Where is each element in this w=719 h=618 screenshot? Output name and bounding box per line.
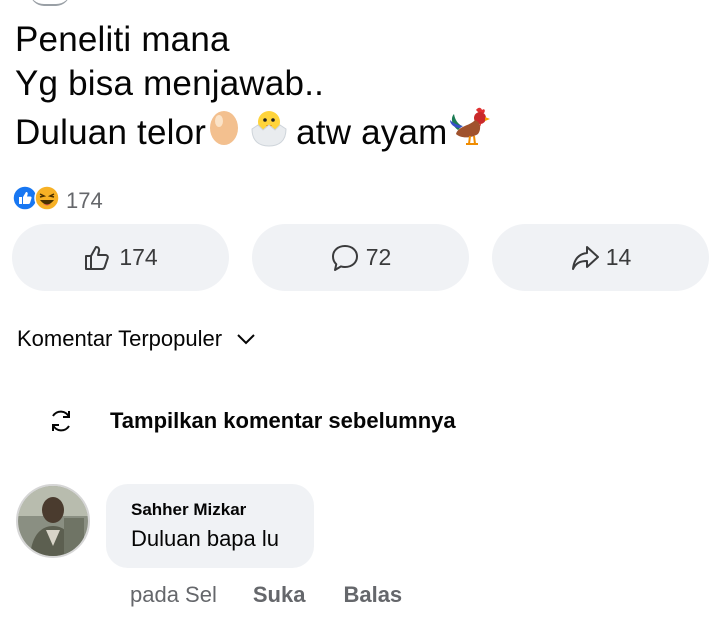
comment-like-button[interactable]: Suka [253, 582, 306, 608]
comment-reply-button[interactable]: Balas [343, 582, 402, 608]
egg-emoji [206, 107, 242, 158]
post-line-3-text-a: Duluan telor [15, 112, 207, 152]
share-button[interactable]: 14 [492, 224, 709, 291]
comment-count: 72 [365, 244, 392, 270]
comment-button[interactable]: 72 [252, 224, 469, 291]
show-previous-comments[interactable]: Tampilkan komentar sebelumnya [48, 408, 456, 434]
comment-actions: pada Sel Suka Balas [130, 582, 440, 608]
haha-icon [34, 185, 60, 216]
post-body: Peneliti mana Yg bisa menjawab.. Duluan … [15, 18, 492, 159]
like-button[interactable]: 174 [12, 224, 229, 291]
poster-avatar-edge [30, 0, 70, 6]
post-line-1: Peneliti mana [15, 20, 230, 59]
hatching-chick-emoji [248, 107, 290, 158]
rooster-emoji [448, 106, 492, 159]
post-line-2: Yg bisa menjawab.. [15, 64, 325, 103]
comment-bubble: Sahher Mizkar Duluan bapa lu [106, 484, 314, 568]
show-previous-label: Tampilkan komentar sebelumnya [110, 408, 456, 433]
reaction-summary[interactable]: 174 [12, 185, 103, 216]
chevron-down-icon [237, 334, 255, 345]
thumbs-up-icon [85, 245, 110, 270]
sort-label: Komentar Terpopuler [17, 326, 223, 351]
comment-time: pada Sel [130, 582, 217, 607]
reaction-count: 174 [66, 187, 103, 213]
share-icon [571, 245, 599, 270]
like-count: 174 [119, 244, 158, 270]
comment-sort-dropdown[interactable]: Komentar Terpopuler [17, 326, 256, 352]
post-line-3: Duluan telor atw ayam [15, 106, 492, 159]
share-count: 14 [605, 244, 632, 270]
post-view: Peneliti mana Yg bisa menjawab.. Duluan … [0, 0, 719, 618]
comment-text: Duluan bapa lu [131, 526, 280, 551]
refresh-icon [52, 410, 70, 432]
post-line-3-text-b: atw ayam [296, 112, 448, 152]
comment-author[interactable]: Sahher Mizkar [131, 500, 314, 520]
comment-icon [331, 244, 358, 271]
commenter-avatar[interactable] [16, 484, 90, 558]
